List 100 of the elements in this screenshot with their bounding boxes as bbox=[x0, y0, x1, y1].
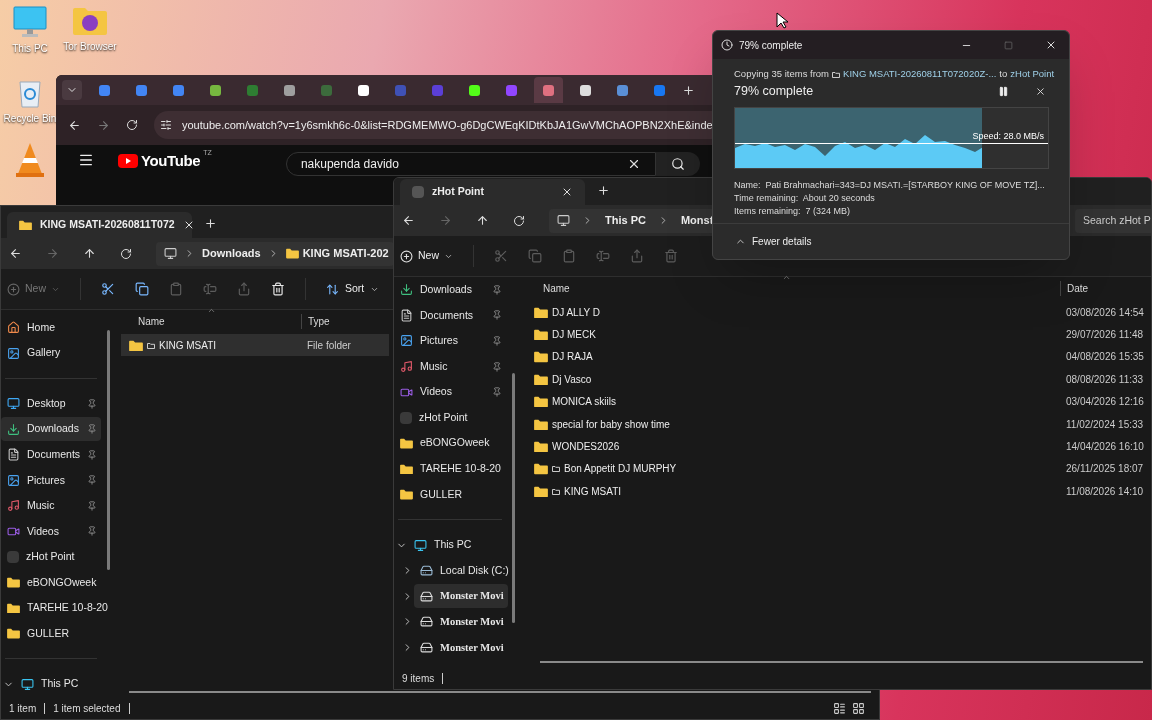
file-row[interactable]: KING MSATI File folder bbox=[121, 334, 389, 357]
download-icon bbox=[400, 283, 413, 297]
nav-item[interactable]: Downloads bbox=[394, 277, 506, 302]
nav-item[interactable]: Monster Movi bbox=[414, 635, 508, 660]
close-icon[interactable] bbox=[1045, 39, 1057, 51]
table-cell-text: 14/04/2026 16:10 bbox=[1065, 440, 1144, 455]
nav-item[interactable]: Music bbox=[1, 493, 101, 518]
address-bar[interactable]: Downloads KING MSATI-202 bbox=[156, 241, 394, 266]
breadcrumb-item[interactable]: KING MSATI-202 bbox=[285, 245, 389, 262]
nav-item[interactable]: eBONGOweek bbox=[1, 570, 101, 595]
folder-icon bbox=[129, 339, 143, 351]
tab-list-button[interactable] bbox=[62, 80, 82, 100]
nav-item[interactable]: Music bbox=[394, 354, 506, 379]
column-header[interactable]: Name bbox=[526, 280, 1060, 296]
nav-item[interactable]: Documents bbox=[1, 442, 102, 467]
folder-icon bbox=[534, 373, 548, 385]
nav-item[interactable]: TAREHE 10-8-20 bbox=[1, 596, 112, 621]
new-button[interactable]: New bbox=[400, 248, 453, 264]
file-row[interactable]: Dj Vasco 08/08/2026 11:33 bbox=[526, 368, 1150, 391]
menu-icon[interactable] bbox=[78, 152, 94, 168]
nav-item[interactable]: Videos bbox=[394, 380, 506, 405]
nav-item[interactable]: Local Disk (C:) bbox=[414, 558, 513, 583]
breadcrumb-item[interactable]: Downloads bbox=[202, 245, 261, 262]
folder-icon bbox=[7, 602, 20, 614]
back-icon[interactable] bbox=[68, 118, 81, 132]
folder-icon bbox=[534, 463, 548, 475]
cancel-icon[interactable] bbox=[1035, 85, 1046, 97]
explorer-tab[interactable]: zHot Point bbox=[400, 179, 585, 205]
detail-text: Time remaining: About 20 seconds bbox=[734, 192, 875, 206]
nav-item[interactable]: Pictures bbox=[1, 468, 101, 493]
breadcrumb-item[interactable]: Monst bbox=[680, 212, 714, 229]
new-tab-icon[interactable] bbox=[204, 217, 217, 230]
table-cell-text: 29/07/2026 11:48 bbox=[1065, 328, 1144, 343]
sort-icon bbox=[326, 282, 339, 296]
nav-item[interactable]: Videos bbox=[1, 519, 101, 544]
file-row[interactable]: MONICA skiils 03/04/2026 12:16 bbox=[526, 390, 1150, 413]
nav-item[interactable]: GULLER bbox=[394, 482, 506, 507]
file-row[interactable]: DJ MECK 29/07/2026 11:48 bbox=[526, 323, 1150, 346]
source-link[interactable]: KING MSATI-20260811T072020Z-... bbox=[843, 67, 997, 82]
new-tab-icon[interactable] bbox=[597, 184, 610, 197]
up-icon[interactable] bbox=[83, 247, 96, 260]
new-tab-icon[interactable] bbox=[682, 83, 695, 97]
nav-item[interactable]: Documents bbox=[394, 303, 506, 328]
search-button[interactable] bbox=[655, 152, 700, 176]
column-header[interactable]: Name bbox=[121, 313, 301, 329]
site-settings-icon bbox=[160, 119, 172, 131]
back-icon[interactable] bbox=[402, 214, 415, 227]
column-header[interactable]: Type bbox=[301, 313, 389, 329]
nav-item[interactable]: Downloads bbox=[1, 417, 101, 442]
file-row[interactable]: special for baby show time 11/02/2024 15:33 bbox=[526, 412, 1150, 436]
scissors-icon[interactable] bbox=[101, 282, 115, 296]
nav-item[interactable]: Pictures bbox=[394, 329, 506, 353]
nav-item[interactable]: Home bbox=[1, 315, 101, 340]
nav-item[interactable]: TAREHE 10-8-20 bbox=[394, 456, 506, 481]
refresh-icon[interactable] bbox=[513, 214, 525, 227]
destination-link[interactable]: zHot Point bbox=[1010, 67, 1055, 82]
file-row[interactable]: KING MSATI 11/08/2026 14:10 bbox=[526, 480, 1150, 503]
nav-item[interactable]: This PC bbox=[15, 672, 101, 697]
up-icon[interactable] bbox=[476, 214, 489, 227]
explorer-tab[interactable]: KING MSATI-20260811T072 bbox=[7, 212, 192, 238]
folder-icon bbox=[534, 351, 548, 363]
details-view-icon[interactable] bbox=[833, 701, 846, 715]
column-header[interactable]: Date bbox=[1060, 280, 1150, 296]
nav-item[interactable]: zHot Point bbox=[394, 405, 506, 430]
file-row[interactable]: DJ RAJA 04/08/2026 15:35 bbox=[526, 345, 1150, 369]
nav-item[interactable]: zHot Point bbox=[1, 545, 101, 569]
forward-icon[interactable] bbox=[439, 214, 452, 227]
file-row[interactable]: Bon Appetit DJ MURPHY 26/11/2025 18:07 bbox=[526, 457, 1150, 481]
detail-text: Name: Pati Brahmachari=343=DJ MSATI.=[STARBOY KING OF MOVE TZ]... bbox=[734, 179, 1045, 193]
trash-icon[interactable] bbox=[271, 282, 285, 296]
folder-icon bbox=[7, 577, 20, 588]
nav-item[interactable]: GULLER bbox=[1, 621, 101, 646]
close-icon[interactable] bbox=[561, 186, 573, 198]
copy-icon[interactable] bbox=[135, 282, 149, 296]
search-field[interactable]: Search zHot P bbox=[1075, 208, 1151, 233]
folder-icon bbox=[400, 463, 413, 475]
back-icon[interactable] bbox=[9, 247, 22, 260]
nav-item[interactable]: Monster Movi bbox=[414, 584, 508, 609]
forward-icon[interactable] bbox=[46, 247, 59, 260]
nav-item[interactable]: Gallery bbox=[1, 341, 101, 366]
mouse-pointer-icon bbox=[776, 12, 788, 29]
pause-icon[interactable] bbox=[998, 85, 1009, 97]
nav-item[interactable]: Monster Movi bbox=[414, 609, 508, 634]
clock-icon bbox=[721, 39, 733, 51]
file-row[interactable]: WONDES2026 14/04/2026 16:10 bbox=[526, 435, 1150, 458]
nav-item[interactable]: eBONGOweek bbox=[394, 431, 506, 456]
sort-button[interactable]: Sort bbox=[326, 281, 380, 297]
forward-icon[interactable] bbox=[97, 118, 110, 132]
nav-item[interactable]: This PC bbox=[408, 533, 506, 558]
small-folder-outline-icon bbox=[832, 70, 841, 78]
file-name: Dj Vasco bbox=[552, 372, 592, 387]
folder-icon bbox=[7, 628, 20, 639]
breadcrumb-item[interactable]: This PC bbox=[605, 212, 646, 229]
file-row[interactable]: DJ ALLY D 03/08/2026 14:54 bbox=[526, 301, 1150, 324]
refresh-icon[interactable] bbox=[120, 247, 132, 260]
nav-item[interactable]: Desktop bbox=[1, 391, 101, 416]
file-name: KING MSATI bbox=[159, 338, 217, 353]
reload-icon[interactable] bbox=[126, 119, 138, 131]
fewer-details-button[interactable]: Fewer details bbox=[735, 234, 812, 249]
tiles-view-icon[interactable] bbox=[852, 701, 865, 715]
